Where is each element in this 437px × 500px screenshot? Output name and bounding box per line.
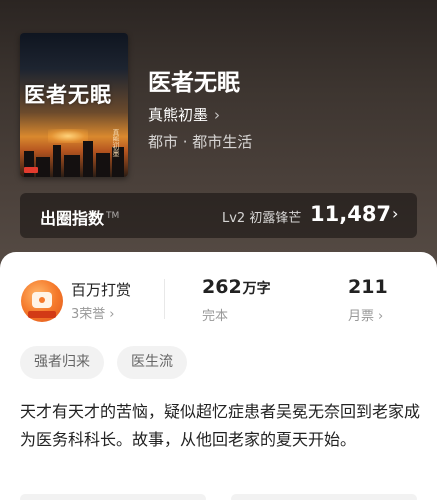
book-genre: 都市 · 都市生活 <box>148 133 253 151</box>
reward-badge-face <box>32 292 52 308</box>
tag-strong-return[interactable]: 强者归来 <box>20 346 104 379</box>
chevron-right-icon: › <box>214 105 221 124</box>
reward-badge-icon[interactable] <box>21 280 63 322</box>
monthly-ticket-label: 月票 <box>348 309 375 324</box>
index-level: Lv2 初露锋芒 <box>222 211 302 226</box>
word-count-value: 262万字 <box>202 276 271 298</box>
book-cover[interactable]: 医者无眠 真熊初墨 <box>20 33 128 177</box>
popularity-index-bar[interactable]: 出圈指数 TM Lv2 初露锋芒 11,487 › <box>20 193 417 238</box>
chevron-right-icon: › <box>109 307 115 322</box>
bottom-card[interactable] <box>231 494 417 500</box>
tag-doctor[interactable]: 医生流 <box>117 346 187 379</box>
chevron-right-icon: › <box>378 309 384 324</box>
index-value: 11,487 <box>310 202 392 226</box>
book-synopsis[interactable]: 天才有天才的苦恼，疑似超忆症患者吴冕无奈回到老家成为医务科科长。故事，从他回老家… <box>20 398 424 454</box>
completion-status: 完本 <box>202 309 229 324</box>
index-label: 出圈指数 <box>40 209 105 228</box>
word-count-unit: 万字 <box>242 281 271 297</box>
cover-publisher-badge <box>24 167 38 173</box>
chevron-right-icon: › <box>392 204 399 223</box>
reward-honors-link[interactable]: 3荣誉 › <box>71 303 114 322</box>
word-count-number: 262 <box>202 276 242 298</box>
cover-title: 医者无眠 <box>24 82 112 107</box>
stat-divider <box>164 279 165 319</box>
monthly-ticket-value: 211 <box>348 276 388 298</box>
reward-title[interactable]: 百万打赏 <box>71 279 131 300</box>
monthly-ticket-link[interactable]: 月票 › <box>348 305 383 324</box>
cover-author: 真熊初墨 <box>112 129 120 157</box>
author-name: 真熊初墨 <box>148 106 209 124</box>
book-title: 医者无眠 <box>148 70 240 96</box>
reward-badge-ribbon <box>28 311 56 318</box>
bottom-card[interactable] <box>20 494 206 500</box>
index-label-group: 出圈指数 TM <box>40 205 119 229</box>
trademark-mark: TM <box>106 210 120 221</box>
author-link[interactable]: 真熊初墨 › <box>148 104 220 125</box>
reward-honors: 3荣誉 <box>71 307 106 322</box>
